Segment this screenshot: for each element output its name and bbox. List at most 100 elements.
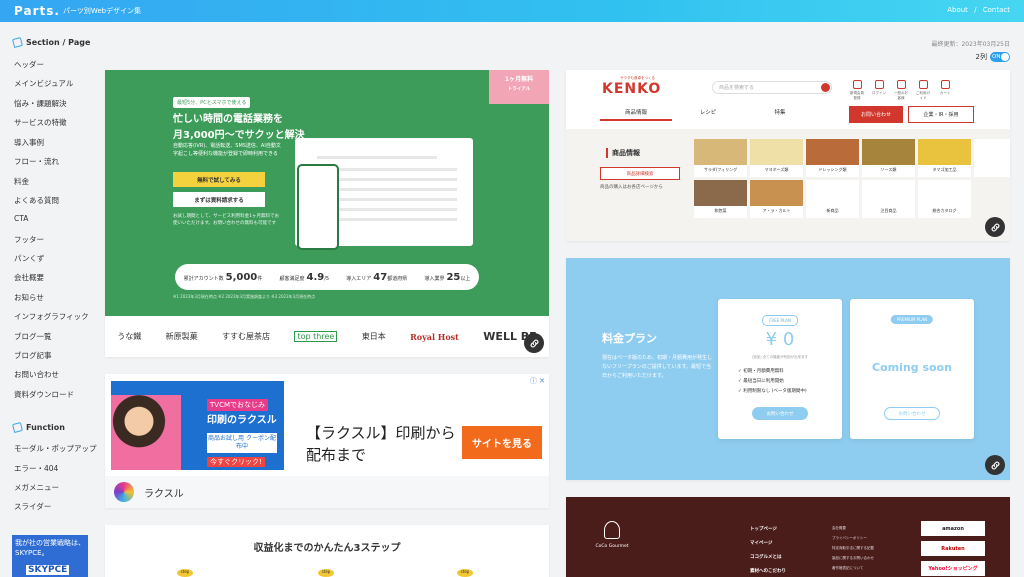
category-label: 総合カタログ: [932, 208, 957, 213]
stat-accounts: 累計アカウント数 5,000件: [183, 271, 263, 283]
switch-label: ON: [992, 54, 1001, 60]
ad-headline[interactable]: 【ラクスル】印刷から配布まで: [306, 422, 456, 466]
gallery-card-coco-gourmet[interactable]: CoCo Gourmet トップページ マイページ ココグルメとは 素材へのこだ…: [566, 497, 1010, 577]
sidebar-item-features[interactable]: サービスの特徴: [14, 117, 67, 128]
kenko-category-tile: 新商品: [806, 180, 859, 218]
sidebar-ad-text: 我が社の営業戦略は、SKYPCE。: [15, 539, 85, 557]
sidebar-item-contact[interactable]: お問い合わせ: [14, 369, 59, 380]
rakuten-button: Rakuten: [921, 541, 985, 556]
sidebar-item-flow[interactable]: フロー・流れ: [14, 156, 59, 167]
advertiser-name[interactable]: ラクスル: [144, 485, 184, 500]
category-label: 注目商品: [880, 208, 897, 213]
about-link[interactable]: About: [947, 6, 968, 14]
home-icon: 一般のお客様: [893, 80, 909, 101]
sidebar-ad-brand: SKYPCE: [26, 565, 70, 575]
steps-title: 収益化までのかんたん3ステップ: [253, 543, 401, 554]
kenko-category-tile: マヨネーズ類: [750, 139, 803, 177]
step-badge: step: [457, 569, 473, 577]
kenko-category-grid: サラダ/フィリング マヨネーズ類 ドレッシング類 ソース類 タマゴ加工品 和惣菜 ア・ラ・カ…: [694, 139, 1010, 218]
ad-cta-button[interactable]: サイトを見る: [462, 426, 542, 459]
sidebar-item-cases[interactable]: 導入事例: [14, 137, 44, 148]
register-icon: 新規会員登録: [849, 80, 865, 101]
hero-heading-1: 忙しい時間の電話業務を: [173, 114, 283, 125]
yahoo-shopping-button: Yahoo!ショッピング: [921, 561, 985, 576]
section-page-heading: Section / Page: [11, 36, 90, 49]
stats-footnote: ※1 2023年3月現在時点 ※2 2023年3月実施調査より ※3 2023年…: [173, 294, 316, 299]
sidebar-item-problem[interactable]: 悩み・課題解決: [14, 98, 67, 109]
ribbon-line-2: トライアル: [507, 87, 531, 92]
sidebar-item-infographic[interactable]: インフォグラフィック: [14, 311, 89, 322]
category-image: [694, 139, 747, 165]
category-image: [862, 180, 915, 206]
kenko-mega-menu: 商品情報 商品詳細検索 商品の購入はお各店ページから サラダ/フィリング マヨネー…: [566, 129, 1010, 241]
ad-image[interactable]: TVCMでおなじみ 印刷のラクスル 商品お試し用 クーポン配布中 今すぐクリック…: [111, 381, 284, 470]
link-icon[interactable]: [524, 333, 544, 353]
section-function-heading: Function: [11, 421, 65, 434]
amazon-button: amazon: [921, 521, 985, 536]
sidebar-item-cta[interactable]: CTA: [14, 214, 28, 223]
column-toggle[interactable]: 2列 ON: [976, 52, 1010, 62]
hero-description: 自動応答(IVR)、電話転送、SMS送信、AI自動文字起こし等便利な機能が登録で…: [173, 143, 281, 157]
link-icon[interactable]: [985, 217, 1005, 237]
step-badge: step: [177, 569, 193, 577]
kenko-detail-search-button: 商品詳細検索: [600, 167, 680, 180]
category-label: 新商品: [826, 208, 839, 213]
sidebar-item-news[interactable]: お知らせ: [14, 292, 44, 303]
category-label: [974, 165, 1010, 167]
kenko-panel-note: 商品の購入はお各店ページから: [600, 185, 663, 190]
kenko-search-placeholder: 商品を検索する: [719, 85, 755, 91]
sidebar-item-megamenu[interactable]: メガメニュー: [14, 482, 59, 493]
feature-item: ✓ 利用制限なし (ベータ版期間中): [738, 389, 807, 394]
ad-card-raksul[interactable]: ⓘ ✕ TVCMでおなじみ 印刷のラクスル 商品お試し用 クーポン配布中 今すぐ…: [105, 374, 549, 508]
ad-coupon: 商品お試し用 クーポン配布中: [207, 433, 277, 453]
step-badge: step: [318, 569, 334, 577]
gallery-card-pricing[interactable]: 料金プラン 現在はベータ版のため、初期・月額費用が発生しないフリープランのご提供…: [566, 258, 1010, 480]
free-plan-subtext: (追加) 全ての機能が利用が出来ます: [751, 355, 809, 359]
sidebar-item-price[interactable]: 料金: [14, 176, 29, 187]
premium-plan-card: PREMIUM PLAN Coming soon お問い合わせ: [850, 299, 974, 439]
login-icon: ログイン: [871, 80, 887, 101]
sidebar-item-slider[interactable]: スライダー: [14, 501, 51, 512]
sidebar-item-faq[interactable]: よくある質問: [14, 195, 59, 206]
hero-badge: 最短5分、PCとスマホで使える: [173, 97, 251, 108]
sidebar-item-header[interactable]: ヘッダー: [14, 59, 44, 70]
sidebar-item-company[interactable]: 会社概要: [14, 272, 44, 283]
kenko-search-box: 商品を検索する: [712, 81, 832, 94]
site-logo[interactable]: Parts.: [14, 4, 60, 18]
category-label: タマゴ加工品: [932, 167, 957, 172]
category-label: ドレッシング類: [818, 167, 847, 172]
free-plan-contact-button: お問い合わせ: [752, 407, 808, 420]
kenko-category-tile: 総合カタログ: [918, 180, 971, 218]
sidebar-item-download[interactable]: 資料ダウンロード: [14, 389, 74, 400]
contact-link[interactable]: Contact: [983, 6, 1010, 14]
link-icon[interactable]: [985, 455, 1005, 475]
column-switch[interactable]: ON: [990, 52, 1010, 62]
sidebar-item-blog-list[interactable]: ブログ一覧: [14, 331, 52, 342]
sidebar-item-main-visual[interactable]: メインビジュアル: [14, 78, 73, 89]
sidebar-ad-banner[interactable]: 我が社の営業戦略は、SKYPCE。 SKYPCE: [12, 535, 88, 577]
sidebar-item-breadcrumb[interactable]: パンくず: [14, 253, 44, 264]
kenko-contact-button: お問い合わせ: [849, 106, 903, 123]
sidebar-item-modal[interactable]: モーダル・ポップアップ: [14, 443, 97, 454]
ribbon-line-1: 1ヶ月無料: [504, 76, 534, 83]
ad-choices-icon[interactable]: ⓘ ✕: [530, 376, 545, 386]
footer-link: 著作権表記について: [832, 566, 864, 570]
footer-link: 特定商取引法に関する記載: [832, 546, 874, 550]
sidebar-item-error[interactable]: エラー・404: [14, 463, 58, 474]
pricing-description: 現在はベータ版のため、初期・月額費用が発生しないフリープランのご提供しています。…: [602, 355, 713, 379]
stat-satisfaction: 顧客満足度 4.9/5: [279, 271, 330, 283]
kenko-category-tile: タマゴ加工品: [918, 139, 971, 177]
sidebar-item-blog-post[interactable]: ブログ記事: [14, 350, 52, 361]
cart-icon: カート: [937, 80, 953, 101]
pricing-title: 料金プラン: [602, 332, 657, 345]
kenko-recruit-button: 企業・IR・採用: [908, 106, 974, 123]
gallery-card-steps[interactable]: 収益化までのかんたん3ステップ step step step: [105, 525, 549, 577]
sidebar-item-footer[interactable]: フッター: [14, 234, 44, 245]
category-label: 和惣菜: [714, 208, 727, 213]
category-image: [806, 180, 859, 206]
tag-icon: [11, 421, 24, 434]
gallery-card-kenko[interactable]: サラダも食卓をつくる KENKO 商品を検索する 新規会員登録 ログイン 一般の…: [566, 70, 1010, 241]
coco-gourmet-logo: CoCo Gourmet: [592, 521, 632, 550]
gallery-card-phone-service[interactable]: 最短5分、PCとスマホで使える 忙しい時間の電話業務を 月3,000円〜でサクッ…: [105, 70, 549, 357]
footer-link: プライバシーポリシー: [832, 536, 867, 540]
